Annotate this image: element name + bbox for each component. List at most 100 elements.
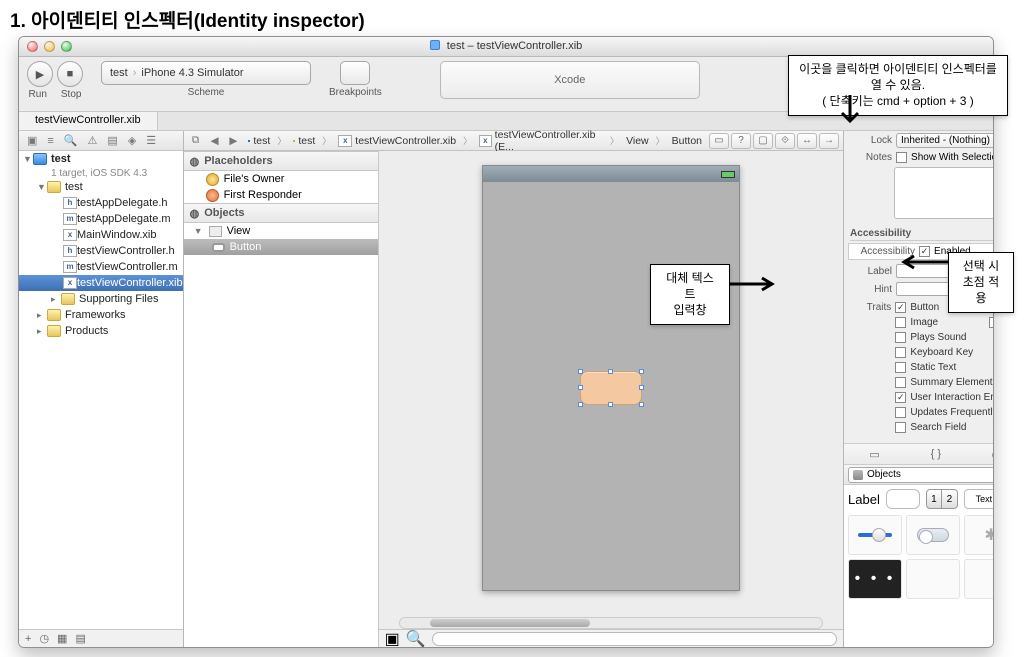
resize-handle[interactable] (639, 369, 644, 374)
lock-select[interactable]: Inherited - (Nothing) (896, 133, 994, 148)
navigator-footer: + ◷ ▦ ▤ (19, 629, 183, 647)
selected-uibutton[interactable] (580, 371, 642, 405)
files-owner-item[interactable]: File's Owner (184, 171, 378, 187)
button-icon (212, 243, 225, 252)
file-item[interactable]: testViewController.h (77, 245, 175, 257)
cube-icon (853, 470, 863, 480)
attributes-inspector-icon[interactable]: ⟐ (775, 133, 795, 149)
first-responder-item[interactable]: First Responder (184, 187, 378, 203)
scheme-selector[interactable]: test › iPhone 4.3 Simulator (101, 61, 311, 85)
back-button[interactable]: ◀ (207, 135, 223, 147)
view-item[interactable]: ▼View (184, 223, 378, 239)
breakpoints-button[interactable] (340, 61, 370, 85)
document-tab[interactable]: testViewController.xib (19, 112, 158, 130)
outline-toggle-icon[interactable]: ▣ (385, 629, 400, 648)
resize-handle[interactable] (578, 402, 583, 407)
navigator-selector[interactable]: ▣ ≡ 🔍 ⚠ ▤ ◈ ☰ (19, 131, 183, 151)
jump-seg[interactable]: View (626, 135, 649, 147)
identity-inspector-icon[interactable]: ▢ (753, 133, 773, 149)
resize-handle[interactable] (639, 385, 644, 390)
file-item[interactable]: MainWindow.xib (77, 229, 156, 241)
run-button[interactable]: ▶ (27, 61, 53, 87)
related-items-icon[interactable]: ⧉ (188, 134, 204, 147)
add-button[interactable]: + (25, 633, 31, 645)
symbol-navigator-icon[interactable]: ≡ (47, 135, 53, 147)
quick-help-icon[interactable]: ? (731, 133, 751, 149)
lib-item-generic[interactable] (964, 559, 994, 599)
library-filter-select[interactable]: Objects (848, 467, 994, 483)
file-item[interactable]: testAppDelegate.m (77, 213, 171, 225)
size-inspector-icon[interactable]: ↔ (797, 133, 817, 149)
filter-scm-icon[interactable]: ▦ (57, 632, 67, 645)
resize-handle[interactable] (608, 402, 613, 407)
lib-item-switch[interactable] (906, 515, 960, 555)
jump-seg[interactable]: test (253, 135, 270, 147)
issue-navigator-icon[interactable]: ⚠ (88, 134, 98, 147)
file-inspector-icon[interactable]: ▭ (709, 133, 729, 149)
resize-handle[interactable] (639, 402, 644, 407)
lib-item-label[interactable]: Label (848, 492, 880, 507)
library-chooser[interactable]: ▭ { } ◍ ▦ (844, 443, 994, 465)
placeholders-header: ◍Placeholders (184, 151, 378, 171)
group-supporting[interactable]: Supporting Files (79, 293, 159, 305)
notes-textarea[interactable] (894, 167, 994, 219)
file-template-lib-icon[interactable]: ▭ (869, 448, 879, 461)
object-library[interactable]: Label 12 Text ✱ • • • (844, 485, 994, 647)
lib-item-segmented[interactable]: 12 (926, 489, 958, 509)
code-snippet-lib-icon[interactable]: { } (931, 448, 941, 460)
group-products[interactable]: Products (65, 325, 108, 337)
button-item-selected[interactable]: Button (184, 239, 378, 255)
arrow-icon (894, 254, 948, 270)
simulated-view[interactable] (482, 165, 740, 591)
project-navigator-icon[interactable]: ▣ (27, 134, 37, 147)
group-test[interactable]: test (65, 181, 83, 193)
debug-navigator-icon[interactable]: ▤ (107, 134, 117, 147)
connections-inspector-icon[interactable]: → (819, 133, 839, 149)
accessibility-section-header: Accessibility (844, 223, 994, 240)
file-item[interactable]: testViewController.m (77, 261, 178, 273)
trait-updates-frequently-checkbox[interactable] (895, 407, 906, 418)
lib-item-textfield[interactable]: Text (964, 489, 994, 509)
filter-recent-icon[interactable]: ◷ (39, 632, 49, 645)
object-lib-icon[interactable]: ◍ (992, 448, 994, 461)
trait-keyboard-key-checkbox[interactable] (895, 347, 906, 358)
trait-button-checkbox[interactable] (895, 302, 906, 313)
project-tree[interactable]: ▼ test 1 target, iOS SDK 4.3 ▼ test htes… (19, 151, 183, 629)
search-navigator-icon[interactable]: 🔍 (64, 134, 78, 147)
lib-item-slider[interactable] (848, 515, 902, 555)
trait-static-text-checkbox[interactable] (895, 362, 906, 373)
cube-icon: ◍ (190, 207, 200, 220)
trait-user-interaction-checkbox[interactable] (895, 392, 906, 403)
resize-handle[interactable] (578, 369, 583, 374)
jump-seg[interactable]: test (298, 135, 315, 147)
filter-field-icon[interactable]: ▤ (75, 632, 85, 645)
document-outline[interactable]: ◍Placeholders File's Owner First Respond… (184, 151, 379, 647)
stop-button[interactable]: ■ (57, 61, 83, 87)
jump-bar[interactable]: ⧉ ◀ ▶ test〉 test〉 xtestViewController.xi… (184, 131, 843, 151)
lib-item-pagecontrol[interactable]: • • • (848, 559, 902, 599)
jump-seg[interactable]: Button (672, 135, 702, 147)
breakpoint-navigator-icon[interactable]: ◈ (128, 134, 136, 147)
resize-handle[interactable] (608, 369, 613, 374)
interface-builder-canvas[interactable]: ▣ 🔍 (379, 151, 843, 647)
file-item[interactable]: testAppDelegate.h (77, 197, 168, 209)
file-item-selected[interactable]: testViewController.xib (77, 277, 183, 289)
lib-item-rounded-rect-button[interactable] (886, 489, 920, 509)
log-navigator-icon[interactable]: ☰ (146, 134, 156, 147)
trait-summary-element-checkbox[interactable] (895, 377, 906, 388)
resize-handle[interactable] (578, 385, 583, 390)
project-icon (33, 153, 47, 165)
jump-seg[interactable]: testViewController.xib (E... (495, 129, 603, 153)
lib-item-activity[interactable]: ✱ (964, 515, 994, 555)
trait-plays-sound-checkbox[interactable] (895, 332, 906, 343)
canvas-filter-input[interactable] (432, 632, 837, 646)
jump-seg[interactable]: testViewController.xib (355, 135, 456, 147)
trait-image-checkbox[interactable] (895, 317, 906, 328)
trait-selected-checkbox[interactable] (989, 317, 994, 328)
forward-button[interactable]: ▶ (225, 135, 241, 147)
lib-item-stepper[interactable] (906, 559, 960, 599)
show-with-selection-checkbox[interactable] (896, 152, 907, 163)
trait-search-field-checkbox[interactable] (895, 422, 906, 433)
group-frameworks[interactable]: Frameworks (65, 309, 126, 321)
canvas-scrollbar[interactable] (399, 617, 823, 629)
